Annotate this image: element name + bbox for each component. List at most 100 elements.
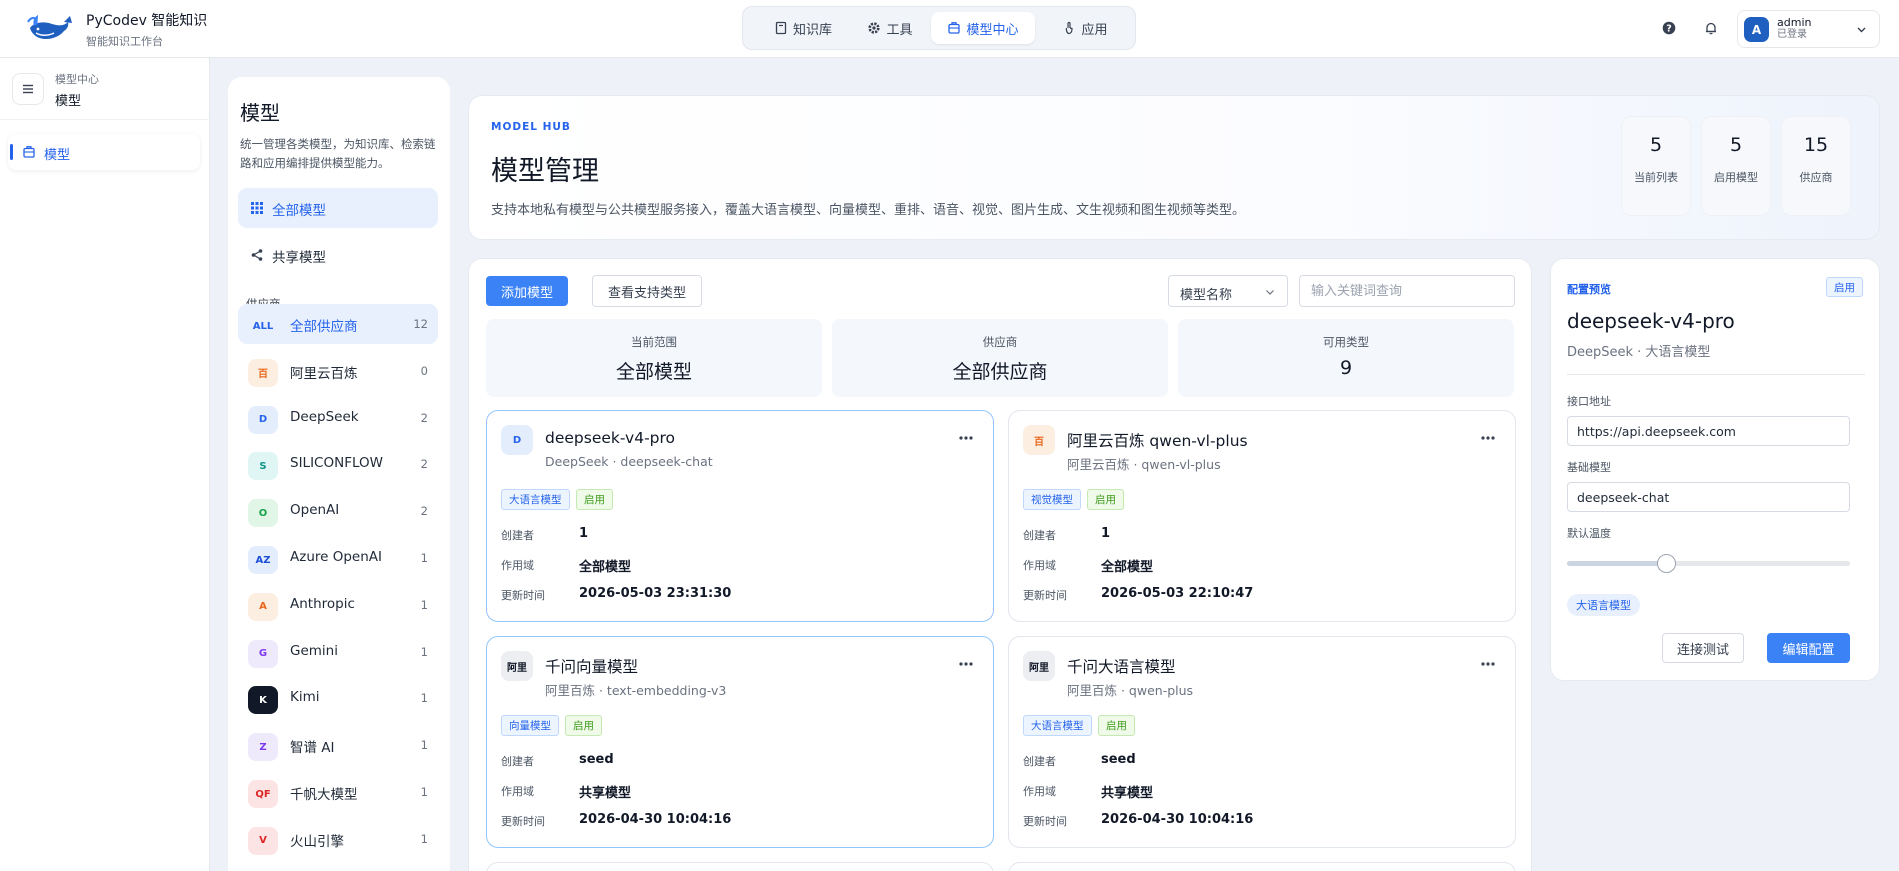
provider-count: 1	[420, 597, 428, 612]
updated-label: 更新时间	[501, 815, 545, 828]
hero-kicker: MODEL HUB	[491, 121, 571, 133]
model-card[interactable]: 阿里 千问向量模型 阿里百炼 · text-embedding-v3 向量模型 启用 创建…	[486, 636, 994, 848]
summary-available-types: 可用类型 9	[1178, 319, 1514, 397]
summary-value: 全部模型	[615, 361, 692, 383]
model-card[interactable]: 百阿里云百炼 qwen-vl-plus 阿里云百炼 · qwen-vl-plus 视…	[1008, 410, 1516, 622]
provider-name: Kimi	[290, 689, 320, 706]
more-options-icon[interactable]	[1481, 661, 1495, 667]
model-card[interactable]: Ddeepseek-v4-pro DeepSeek · deepseek-chat…	[486, 410, 994, 622]
hero-description: 支持本地私有模型与公共模型服务接入，覆盖大语言模型、向量模型、重排、语音、视觉、…	[491, 203, 1246, 218]
test-connection-button[interactable]: 连接测试	[1662, 633, 1744, 663]
summary-scope: 当前范围 全部模型	[486, 319, 822, 397]
breadcrumb-parent[interactable]: 模型中心	[55, 71, 99, 87]
tab-knowledge-base[interactable]: 知识库	[755, 12, 851, 44]
tab-tools[interactable]: 工具	[855, 12, 925, 44]
provider-item[interactable]: O OpenAI 2	[238, 491, 438, 531]
provider-item[interactable]: A Anthropic 1	[238, 585, 438, 625]
page-title: 模型管理	[491, 156, 599, 187]
model-name: 千问向量模型	[545, 658, 639, 676]
provider-item[interactable]: QF 千帆大模型 1	[238, 772, 438, 812]
summary-label: 当前范围	[631, 335, 677, 349]
model-subtitle: 阿里百炼 · qwen-plus	[1067, 683, 1194, 698]
user-menu[interactable]: A admin 已登录	[1737, 10, 1880, 48]
sidebar-item-models[interactable]: 模型	[8, 134, 200, 170]
provider-count: 2	[420, 457, 428, 472]
provider-name: 全部供应商	[290, 319, 358, 335]
provider-item[interactable]: ALL 全部供应商 12	[238, 304, 438, 344]
provider-badge: 阿里	[501, 651, 533, 681]
provider-name: Azure OpenAI	[290, 549, 383, 565]
provider-count: 1	[420, 738, 428, 753]
scope-value: 全部模型	[1101, 560, 1154, 575]
stat-value: 15	[1803, 134, 1829, 156]
breadcrumb-current: 模型	[55, 94, 82, 109]
model-type-tag: 大语言模型	[1023, 715, 1092, 736]
base-model-field[interactable]: deepseek-chat	[1567, 482, 1850, 512]
model-name: deepseek-v4-pro	[545, 429, 676, 447]
model-card[interactable]	[1008, 862, 1516, 871]
creator-label: 创建者	[501, 755, 534, 768]
more-options-icon[interactable]	[1481, 435, 1495, 441]
tab-label: 知识库	[792, 22, 832, 38]
creator-value: 1	[1101, 526, 1111, 541]
svg-text:?: ?	[1666, 24, 1672, 35]
tab-model-center[interactable]: 模型中心	[931, 12, 1035, 44]
divider	[0, 119, 210, 120]
page-scrollbar-track[interactable]	[1880, 58, 1899, 871]
provider-badge: K	[248, 686, 278, 715]
temperature-slider[interactable]	[1567, 554, 1850, 573]
provider-item[interactable]: Z 智谱 AI 1	[238, 725, 438, 765]
stat-label: 供应商	[1799, 171, 1833, 184]
provider-count: 12	[413, 317, 428, 331]
provider-item[interactable]: AZ Azure OpenAI 1	[238, 538, 438, 578]
endpoint-field[interactable]: https://api.deepseek.com	[1567, 416, 1850, 446]
provider-item[interactable]: K Kimi 1	[238, 678, 438, 718]
search-field-select[interactable]: 模型名称	[1168, 275, 1288, 307]
scope-label: 作用域	[1023, 785, 1056, 798]
menu-toggle-button[interactable]	[12, 73, 44, 105]
provider-item[interactable]: S SILICONFLOW 2	[238, 444, 438, 484]
filter-shared-models[interactable]: 共享模型	[238, 235, 438, 275]
panel-title: 模型	[240, 101, 280, 125]
status-tag: 启用	[1098, 715, 1135, 736]
preview-model-subtitle: DeepSeek · 大语言模型	[1567, 345, 1711, 360]
model-type-tag: 大语言模型	[501, 489, 570, 510]
user-name: admin	[1777, 16, 1812, 29]
whale-logo-icon	[26, 12, 74, 46]
scope-label: 作用域	[501, 785, 534, 798]
model-card[interactable]: 阿里 千问大语言模型 阿里百炼 · qwen-plus 大语言模型 启用 创建者 seed 作…	[1008, 636, 1516, 848]
provider-item[interactable]: G Gemini 1	[238, 632, 438, 672]
status-tag: 启用	[565, 715, 602, 736]
provider-badge: Z	[248, 733, 278, 762]
share-icon	[250, 248, 264, 262]
edit-config-button[interactable]: 编辑配置	[1767, 633, 1850, 663]
stat-value: 5	[1729, 134, 1743, 156]
tab-apps[interactable]: 应用	[1043, 12, 1127, 44]
provider-name: 智谱 AI	[290, 740, 335, 757]
provider-item[interactable]: D DeepSeek 2	[238, 398, 438, 438]
summary-value: 全部供应商	[952, 361, 1048, 383]
bell-icon[interactable]	[1698, 15, 1724, 41]
scope-value: 共享模型	[579, 786, 632, 801]
more-options-icon[interactable]	[959, 661, 973, 667]
model-subtitle: 阿里云百炼 · qwen-vl-plus	[1067, 457, 1221, 472]
app-title: PyCodev 智能知识	[86, 13, 208, 29]
view-supported-types-button[interactable]: 查看支持类型	[592, 275, 702, 307]
more-options-icon[interactable]	[959, 435, 973, 441]
grid-icon	[250, 201, 264, 215]
provider-item[interactable]: V 火山引擎 1	[238, 819, 438, 859]
tab-label: 工具	[886, 22, 913, 38]
slider-handle[interactable]	[1657, 554, 1677, 573]
filter-all-models[interactable]: 全部模型	[238, 188, 438, 228]
top-nav-tabs: 知识库 工具 模型中心 应用	[742, 6, 1136, 50]
provider-item[interactable]: 百阿里云百炼 0	[238, 351, 438, 391]
help-icon[interactable]: ?	[1656, 15, 1682, 41]
chevron-down-icon	[1265, 287, 1275, 297]
summary-provider: 供应商 全部供应商	[832, 319, 1168, 397]
search-input[interactable]	[1299, 275, 1515, 307]
model-list-panel: 添加模型 查看支持类型 模型名称 当前范围 全部模型 供应商 全部供应商 可用类…	[468, 258, 1532, 871]
status-badge: 启用	[1826, 277, 1863, 297]
add-model-button[interactable]: 添加模型	[486, 276, 568, 306]
provider-name: 千帆大模型	[290, 787, 358, 803]
model-card[interactable]	[486, 862, 994, 871]
